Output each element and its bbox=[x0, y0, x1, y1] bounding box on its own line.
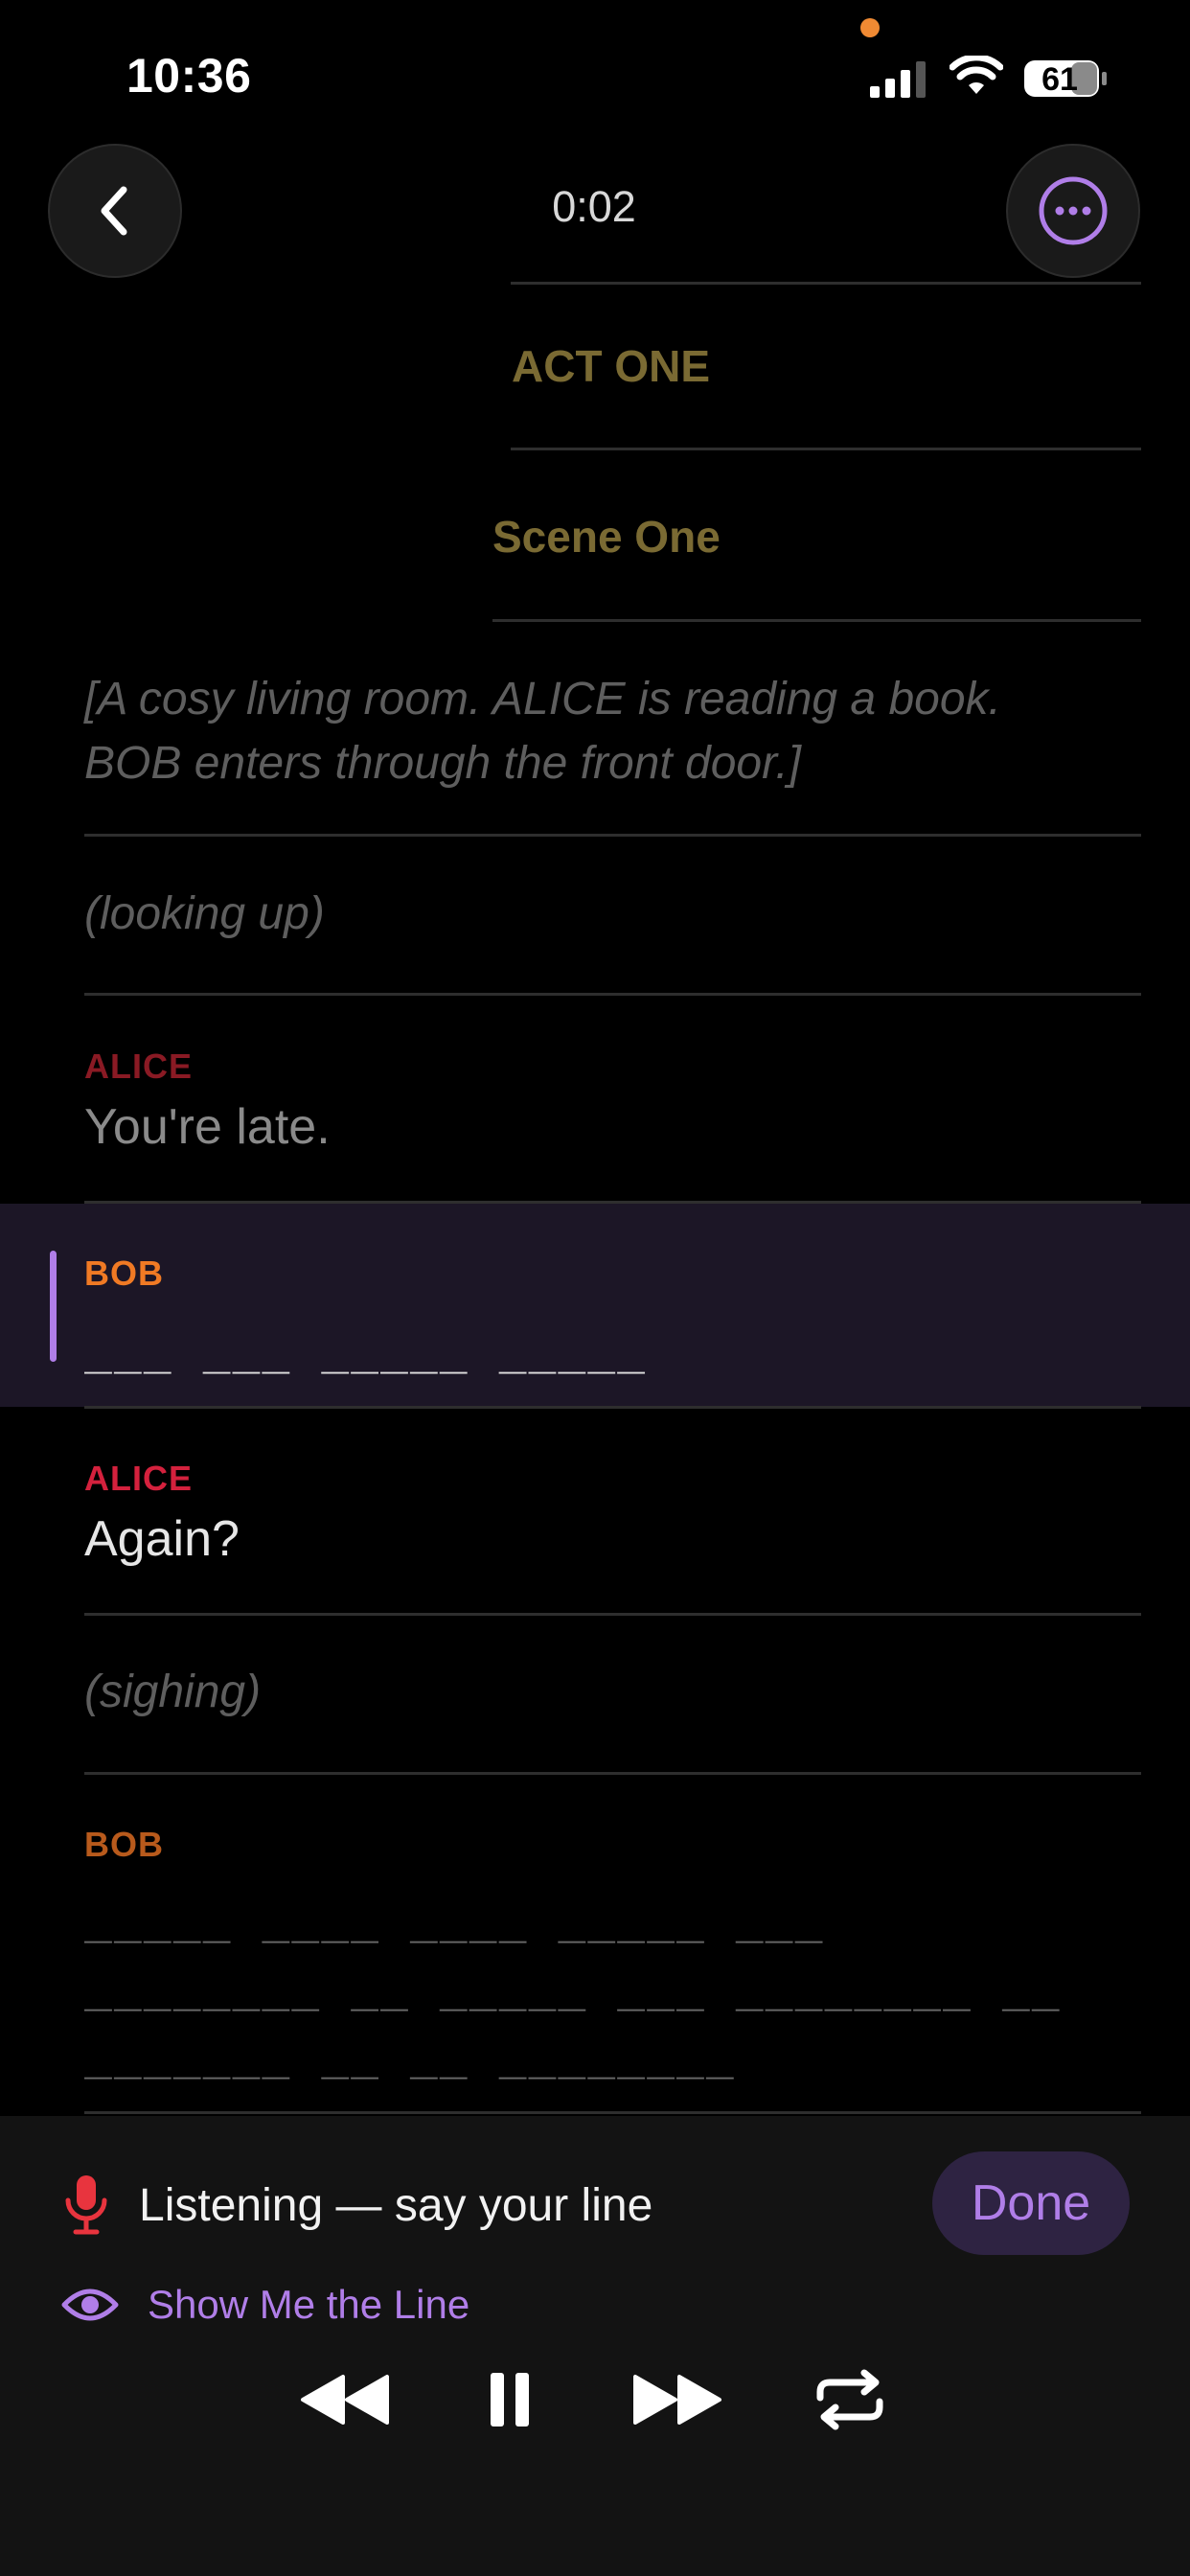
current-line-highlight bbox=[0, 1204, 1190, 1407]
listening-status: Listening — say your line bbox=[139, 2180, 653, 2231]
done-button[interactable]: Done bbox=[932, 2151, 1130, 2255]
pause-button[interactable] bbox=[479, 2367, 540, 2432]
stage-direction-line: BOB enters through the front door.] bbox=[84, 738, 801, 789]
rewind-button[interactable] bbox=[287, 2367, 402, 2432]
masked-line: ___ ___ _____ _____ bbox=[84, 1321, 648, 1374]
parenthetical: (looking up) bbox=[84, 888, 325, 939]
divider bbox=[84, 1772, 1141, 1775]
parenthetical: (sighing) bbox=[84, 1667, 262, 1717]
character-name: BOB bbox=[84, 1825, 164, 1864]
divider bbox=[84, 834, 1141, 837]
fast-forward-icon bbox=[633, 2375, 721, 2425]
more-options-button[interactable] bbox=[1006, 144, 1140, 278]
wifi-icon bbox=[950, 56, 1003, 94]
battery-icon: 61 bbox=[1023, 59, 1108, 98]
character-name: BOB bbox=[84, 1254, 164, 1293]
dialogue-line: Again? bbox=[84, 1511, 240, 1567]
character-name: ALICE bbox=[84, 1459, 193, 1498]
show-me-the-line-button[interactable]: Show Me the Line bbox=[148, 2282, 469, 2328]
repeat-button[interactable] bbox=[810, 2367, 890, 2432]
recording-indicator-dot bbox=[860, 18, 880, 37]
pause-icon bbox=[491, 2373, 529, 2426]
repeat-icon bbox=[816, 2369, 883, 2430]
status-time: 10:36 bbox=[126, 49, 252, 103]
divider bbox=[84, 1613, 1141, 1616]
battery-level: 61 bbox=[1041, 61, 1078, 98]
chevron-left-icon bbox=[101, 186, 127, 236]
character-name: ALICE bbox=[84, 1046, 193, 1086]
divider bbox=[511, 282, 1141, 285]
divider bbox=[492, 619, 1141, 622]
divider bbox=[84, 1201, 1141, 1204]
stage-direction: [A cosy living room. ALICE is reading a … bbox=[84, 667, 1138, 795]
scene-heading: Scene One bbox=[492, 512, 721, 562]
fast-forward-button[interactable] bbox=[620, 2367, 735, 2432]
microphone-icon bbox=[65, 2175, 107, 2235]
masked-line: ________ __ _____ ___ ________ __ bbox=[84, 1958, 1062, 2012]
divider bbox=[84, 2111, 1141, 2114]
divider bbox=[84, 993, 1141, 996]
elapsed-timer: 0:02 bbox=[552, 182, 636, 231]
back-button[interactable] bbox=[48, 144, 182, 278]
divider bbox=[84, 1406, 1141, 1409]
eye-icon[interactable] bbox=[61, 2284, 119, 2326]
dialogue-line: You're late. bbox=[84, 1099, 331, 1155]
signal-icon bbox=[870, 61, 926, 98]
act-heading: ACT ONE bbox=[512, 341, 710, 391]
masked-line: _____ ____ ____ _____ ___ bbox=[84, 1890, 825, 1944]
stage-direction-line: [A cosy living room. ALICE is reading a … bbox=[84, 674, 1001, 724]
masked-line: _______ __ __ ________ bbox=[84, 2026, 736, 2080]
current-line-indicator bbox=[50, 1251, 57, 1362]
ellipsis-circle-icon bbox=[1039, 176, 1108, 245]
rewind-icon bbox=[301, 2375, 389, 2425]
divider bbox=[511, 448, 1141, 450]
